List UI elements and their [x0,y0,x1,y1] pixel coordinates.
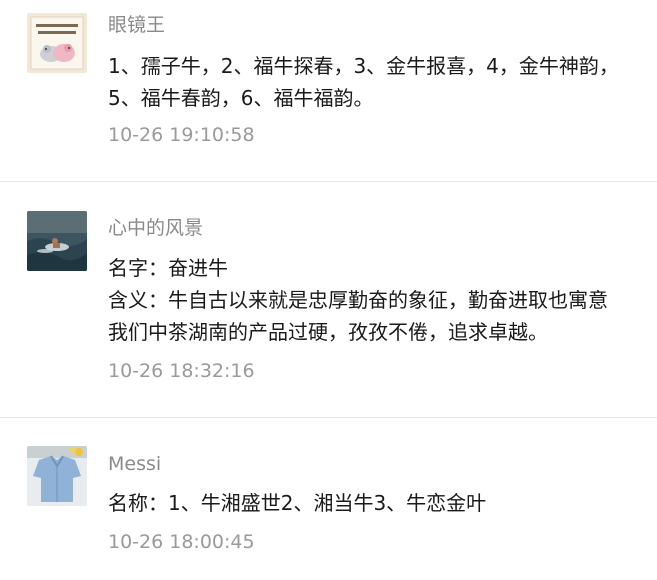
comment-timestamp: 10-26 18:00:45 [108,531,255,553]
comment-timestamp: 10-26 18:32:16 [108,360,255,382]
sea-swimmer-photo-avatar-icon [27,211,87,271]
avatar[interactable] [27,211,87,271]
comment-author[interactable]: Messi [108,451,161,477]
comment-item: 心中的风景 名字：奋进牛 含义：牛自古以来就是忠厚勤奋的象征，勤奋进取也寓意 我… [0,182,657,417]
comment-line: 5、福牛春韵，6、福牛福韵。 [108,86,374,110]
comment-line: 名称：1、牛湘盛世2、湘当牛3、牛恋金叶 [108,491,487,515]
comment-author[interactable]: 心中的风景 [108,215,203,241]
comment-content: 名字：奋进牛 含义：牛自古以来就是忠厚勤奋的象征，勤奋进取也寓意 我们中茶湖南的… [108,252,648,348]
comment-line: 名字：奋进牛 [108,256,228,280]
comment-content: 名称：1、牛湘盛世2、湘当牛3、牛恋金叶 [108,487,648,519]
comment-item: Messi 名称：1、牛湘盛世2、湘当牛3、牛恋金叶 10-26 18:00:4… [0,417,657,580]
comment-timestamp: 10-26 19:10:58 [108,124,255,146]
avatar[interactable] [27,446,87,506]
comment-content: 1、孺子牛，2、福牛探春，3、金牛报喜，4，金牛神韵， 5、福牛春韵，6、福牛福… [108,50,648,114]
sheep-cartoon-avatar-icon [27,13,87,73]
comment-line: 1、孺子牛，2、福牛探春，3、金牛报喜，4，金牛神韵， [108,54,619,78]
comment-item: 眼镜王 1、孺子牛，2、福牛探春，3、金牛报喜，4，金牛神韵， 5、福牛春韵，6… [0,0,657,182]
comment-author[interactable]: 眼镜王 [108,12,165,38]
avatar[interactable] [27,13,87,73]
comment-line: 含义：牛自古以来就是忠厚勤奋的象征，勤奋进取也寓意 [108,288,608,312]
blue-shirt-photo-avatar-icon [27,446,87,506]
comment-line: 我们中茶湖南的产品过硬，孜孜不倦，追求卓越。 [108,320,548,344]
